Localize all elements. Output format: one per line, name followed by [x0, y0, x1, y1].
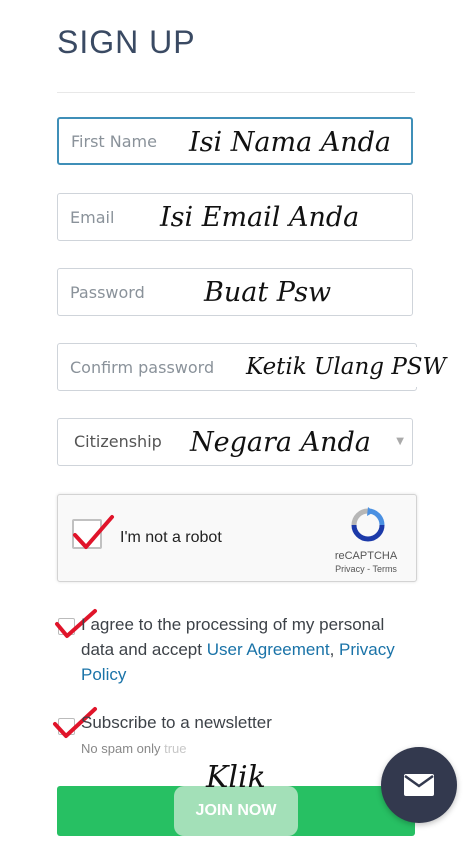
newsletter-note-text: No spam only	[81, 741, 161, 756]
citizenship-select[interactable]: Citizenship Negara Anda ▼	[57, 418, 413, 466]
confirm-password-annotation: Ketik Ulang PSW	[244, 347, 448, 387]
password-field[interactable]: Buat Psw	[57, 268, 413, 316]
klik-annotation: Klik	[206, 760, 266, 795]
agreement-comma: ,	[329, 640, 335, 659]
message-fab-button[interactable]	[381, 747, 457, 823]
recaptcha-widget: I'm not a robot reCAPTCHA Privacy - Term…	[57, 494, 417, 582]
captcha-label: I'm not a robot	[120, 529, 222, 546]
recaptcha-privacy-link[interactable]: Privacy	[335, 564, 365, 574]
red-check-icon	[73, 515, 114, 549]
recaptcha-terms-link[interactable]: Terms	[372, 564, 397, 574]
email-field[interactable]: Isi Email Anda	[57, 193, 413, 241]
confirm-password-field[interactable]: Ketik Ulang PSW	[57, 343, 448, 391]
citizenship-annotation: Negara Anda	[184, 422, 388, 462]
page-title: SIGN UP	[57, 24, 196, 60]
first-name-annotation: Isi Nama Anda	[183, 122, 411, 162]
citizenship-label: Citizenship	[74, 432, 162, 451]
recaptcha-brand: reCAPTCHA	[334, 550, 398, 562]
user-agreement-link[interactable]: User Agreement	[207, 640, 330, 659]
caret-down-icon: ▼	[396, 436, 404, 447]
first-name-field[interactable]: Isi Nama Anda	[57, 117, 413, 165]
envelope-icon	[404, 774, 434, 796]
title-divider	[57, 92, 415, 93]
recaptcha-links: Privacy - Terms	[320, 564, 412, 574]
recaptcha-logo-icon	[351, 507, 385, 542]
password-annotation: Buat Psw	[198, 272, 410, 312]
newsletter-label: Subscribe to a newsletter	[81, 713, 272, 732]
email-annotation: Isi Email Anda	[154, 197, 412, 237]
newsletter-note: No spam only true	[81, 741, 187, 756]
newsletter-note-suffix: true	[164, 741, 187, 756]
agreement-text: I agree to the processing of my personal…	[81, 612, 421, 687]
recaptcha-link-separator: -	[367, 564, 371, 574]
